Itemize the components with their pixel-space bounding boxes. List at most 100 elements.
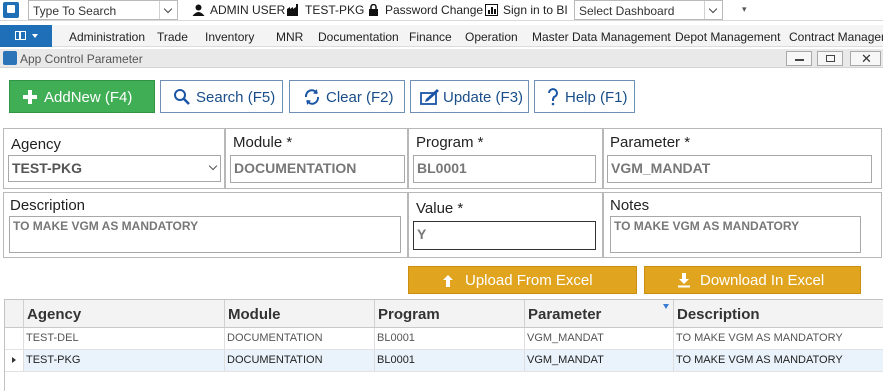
password-change-label: Password Change bbox=[385, 3, 484, 17]
value-panel: Value * Y bbox=[408, 192, 603, 258]
minimize-icon bbox=[795, 59, 804, 61]
restore-icon bbox=[826, 55, 835, 62]
clear-button[interactable]: Clear (F2) bbox=[289, 80, 405, 113]
program-value: BL0001 bbox=[417, 160, 467, 176]
results-grid: Agency Module Program Parameter Descript… bbox=[4, 299, 883, 391]
main-menu-button[interactable] bbox=[0, 25, 52, 47]
parameter-field[interactable]: VGM_MANDAT bbox=[607, 155, 872, 183]
notes-value: TO MAKE VGM AS MANDATORY bbox=[614, 219, 800, 233]
dashboard-select[interactable]: Select Dashboard bbox=[574, 0, 723, 20]
factory-icon bbox=[287, 4, 298, 16]
download-icon bbox=[678, 273, 690, 288]
column-header-description[interactable]: Description bbox=[674, 300, 883, 328]
description-field[interactable]: TO MAKE VGM AS MANDATORY bbox=[9, 216, 401, 253]
plus-icon bbox=[23, 90, 37, 104]
cell-parameter: VGM_MANDAT bbox=[525, 350, 674, 372]
menu-item-operation[interactable]: Operation bbox=[465, 30, 518, 44]
sign-in-bi-link[interactable]: Sign in to BI bbox=[485, 3, 568, 17]
row-indicator-header bbox=[5, 300, 24, 328]
agency-select[interactable]: TEST-PKG bbox=[8, 155, 221, 182]
dashboard-select-value: Select Dashboard bbox=[579, 4, 675, 18]
top-bar: Type To Search ADMIN USER TEST-PKG Passw… bbox=[0, 0, 883, 21]
chevron-down-icon[interactable] bbox=[208, 161, 218, 171]
clear-label: Clear (F2) bbox=[326, 89, 394, 106]
notes-label: Notes bbox=[610, 197, 650, 214]
column-header-agency[interactable]: Agency bbox=[24, 300, 225, 328]
column-header-module[interactable]: Module bbox=[225, 300, 375, 328]
cell-parameter: VGM_MANDAT bbox=[525, 328, 674, 350]
arrow-up-icon bbox=[443, 275, 453, 287]
search-button[interactable]: Search (F5) bbox=[160, 80, 283, 113]
search-label: Search (F5) bbox=[196, 89, 276, 106]
app-logo-icon bbox=[3, 2, 19, 18]
add-new-button[interactable]: AddNew (F4) bbox=[9, 80, 155, 113]
menu-item-trade[interactable]: Trade bbox=[157, 30, 188, 44]
caret-down-icon bbox=[32, 34, 38, 38]
download-excel-button[interactable]: Download In Excel bbox=[644, 266, 861, 294]
menu-item-administration[interactable]: Administration bbox=[69, 30, 145, 44]
window-title-bar: App Control Parameter ✕ bbox=[0, 49, 883, 68]
row-indicator bbox=[5, 350, 24, 372]
window-title: App Control Parameter bbox=[20, 52, 143, 66]
bi-chart-icon bbox=[485, 4, 498, 16]
agency-value: TEST-PKG bbox=[12, 160, 83, 176]
module-label: Module * bbox=[233, 134, 293, 151]
close-button[interactable]: ✕ bbox=[850, 51, 881, 66]
agency-menu[interactable]: TEST-PKG bbox=[287, 3, 364, 17]
notes-field[interactable]: TO MAKE VGM AS MANDATORY bbox=[610, 216, 861, 253]
help-button[interactable]: Help (F1) bbox=[534, 80, 635, 113]
cell-description: TO MAKE VGM AS MANDATORY bbox=[674, 350, 883, 372]
description-value: TO MAKE VGM AS MANDATORY bbox=[13, 219, 199, 233]
add-new-label: AddNew (F4) bbox=[44, 89, 133, 106]
column-header-program[interactable]: Program bbox=[375, 300, 525, 328]
user-icon bbox=[192, 4, 205, 16]
program-field[interactable]: BL0001 bbox=[413, 155, 596, 183]
program-label: Program * bbox=[416, 134, 484, 151]
close-icon: ✕ bbox=[861, 51, 872, 66]
sign-in-bi-label: Sign in to BI bbox=[503, 3, 568, 17]
agency-panel: Agency TEST-PKG bbox=[3, 128, 225, 189]
window-icon bbox=[3, 51, 17, 65]
update-label: Update (F3) bbox=[443, 89, 524, 106]
search-input[interactable]: Type To Search bbox=[28, 0, 178, 20]
cell-module: DOCUMENTATION bbox=[225, 328, 375, 350]
overflow-arrow-icon[interactable]: ▾ bbox=[742, 4, 747, 15]
value-label: Value * bbox=[416, 200, 464, 217]
column-header-parameter[interactable]: Parameter bbox=[525, 300, 674, 328]
minimize-button[interactable] bbox=[786, 51, 812, 66]
user-menu[interactable]: ADMIN USER bbox=[192, 3, 285, 17]
filter-icon[interactable] bbox=[663, 304, 669, 309]
module-value: DOCUMENTATION bbox=[234, 160, 357, 176]
value-value: Y bbox=[417, 226, 427, 242]
description-label: Description bbox=[10, 197, 86, 214]
current-row-arrow-icon bbox=[12, 357, 16, 363]
lock-icon bbox=[369, 4, 378, 16]
update-button[interactable]: Update (F3) bbox=[410, 80, 529, 113]
menu-item-master-data-management[interactable]: Master Data Management bbox=[532, 30, 671, 44]
chevron-down-icon[interactable] bbox=[704, 1, 722, 19]
menu-item-inventory[interactable]: Inventory bbox=[205, 30, 254, 44]
chevron-down-icon[interactable] bbox=[159, 1, 177, 19]
notes-panel: Notes TO MAKE VGM AS MANDATORY bbox=[603, 192, 882, 258]
cell-program: BL0001 bbox=[375, 328, 525, 350]
password-change-link[interactable]: Password Change bbox=[367, 3, 483, 17]
program-panel: Program * BL0001 bbox=[408, 128, 603, 189]
user-name: ADMIN USER bbox=[210, 3, 286, 17]
download-excel-label: Download In Excel bbox=[700, 272, 825, 289]
menu-item-contract-management[interactable]: Contract Manageme bbox=[789, 30, 883, 44]
upload-excel-label: Upload From Excel bbox=[465, 272, 593, 289]
menu-item-depot-management[interactable]: Depot Management bbox=[675, 30, 780, 44]
cell-program: BL0001 bbox=[375, 350, 525, 372]
menu-bar: Administration Trade Inventory MNR Docum… bbox=[0, 25, 883, 47]
menu-item-mnr[interactable]: MNR bbox=[276, 30, 303, 44]
module-field[interactable]: DOCUMENTATION bbox=[230, 155, 405, 183]
upload-excel-button[interactable]: Upload From Excel bbox=[408, 266, 637, 294]
value-field[interactable]: Y bbox=[413, 221, 596, 250]
search-placeholder: Type To Search bbox=[33, 4, 117, 18]
search-icon bbox=[174, 89, 190, 105]
restore-button[interactable] bbox=[817, 51, 843, 66]
cell-agency: TEST-DEL bbox=[24, 328, 225, 350]
menu-item-finance[interactable]: Finance bbox=[409, 30, 452, 44]
help-icon bbox=[548, 88, 558, 106]
menu-item-documentation[interactable]: Documentation bbox=[318, 30, 399, 44]
